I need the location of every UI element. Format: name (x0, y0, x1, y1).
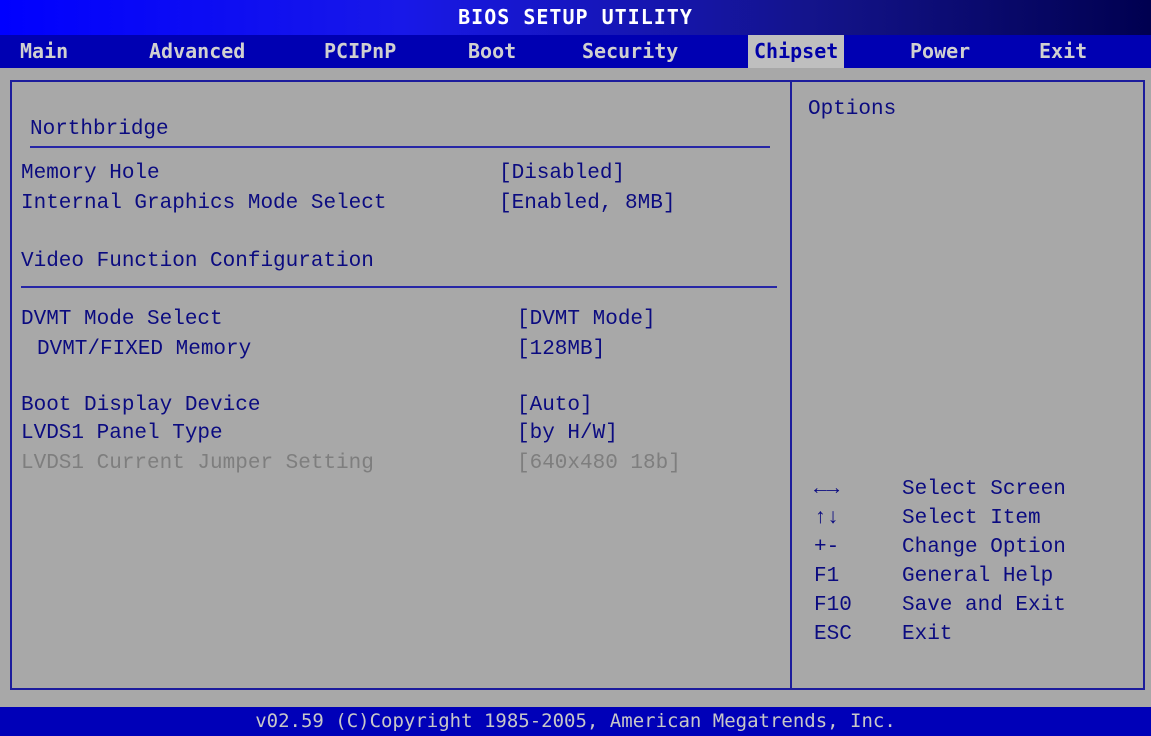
settings-panel: Northbridge Memory Hole [Disabled] Inter… (10, 80, 790, 690)
key-select-screen: ←→ (814, 478, 840, 501)
menu-tab-exit[interactable]: Exit (1033, 35, 1093, 68)
lvds-jumper-label: LVDS1 Current Jumper Setting (21, 452, 374, 475)
lvds-jumper-value: [640x480 18b] (517, 452, 681, 475)
dvmt-mode-value[interactable]: [DVMT Mode] (517, 308, 656, 331)
boot-display-value[interactable]: [Auto] (517, 394, 593, 417)
menu-tab-chipset[interactable]: Chipset (748, 35, 845, 68)
menu-bar: Main Advanced PCIPnP Boot Security Chips… (0, 35, 1151, 68)
key-save-exit: F10 (814, 594, 852, 617)
bios-screen: BIOS SETUP UTILITY Main Advanced PCIPnP … (0, 0, 1151, 736)
action-exit: Exit (902, 623, 953, 646)
menu-tab-security[interactable]: Security (576, 35, 684, 68)
dvmt-memory-value[interactable]: [128MB] (517, 338, 605, 361)
menu-tab-boot[interactable]: Boot (462, 35, 522, 68)
title-bar: BIOS SETUP UTILITY (0, 0, 1151, 35)
video-config-heading: Video Function Configuration (21, 250, 374, 273)
key-change-option: +- (814, 536, 840, 559)
igd-mode-value[interactable]: [Enabled, 8MB] (499, 192, 675, 215)
content-area: Northbridge Memory Hole [Disabled] Inter… (0, 68, 1151, 707)
video-config-divider (21, 286, 777, 288)
menu-tab-main[interactable]: Main (14, 35, 74, 68)
key-general-help: F1 (814, 565, 840, 588)
help-panel: Options ←→ Select Screen ↑↓ Select Item … (790, 80, 1145, 690)
memory-hole-value[interactable]: [Disabled] (499, 162, 625, 185)
section-divider (30, 146, 770, 148)
action-select-screen: Select Screen (902, 478, 1066, 501)
menu-tab-power[interactable]: Power (904, 35, 976, 68)
key-exit: ESC (814, 623, 852, 646)
section-title: Northbridge (30, 118, 169, 141)
action-change-option: Change Option (902, 536, 1066, 559)
boot-display-label: Boot Display Device (21, 394, 261, 417)
menu-tab-pcipnp[interactable]: PCIPnP (318, 35, 402, 68)
memory-hole-label: Memory Hole (21, 162, 160, 185)
igd-mode-label: Internal Graphics Mode Select (21, 192, 387, 215)
dvmt-mode-label: DVMT Mode Select (21, 308, 223, 331)
action-general-help: General Help (902, 565, 1054, 588)
action-select-item: Select Item (902, 507, 1041, 530)
copyright-footer: v02.59 (C)Copyright 1985-2005, American … (0, 707, 1151, 736)
menu-tab-advanced[interactable]: Advanced (143, 35, 251, 68)
help-title: Options (808, 98, 897, 121)
dvmt-memory-label: DVMT/FIXED Memory (37, 338, 252, 361)
action-save-exit: Save and Exit (902, 594, 1066, 617)
key-select-item: ↑↓ (814, 507, 840, 530)
lvds-panel-label: LVDS1 Panel Type (21, 422, 223, 445)
lvds-panel-value[interactable]: [by H/W] (517, 422, 618, 445)
